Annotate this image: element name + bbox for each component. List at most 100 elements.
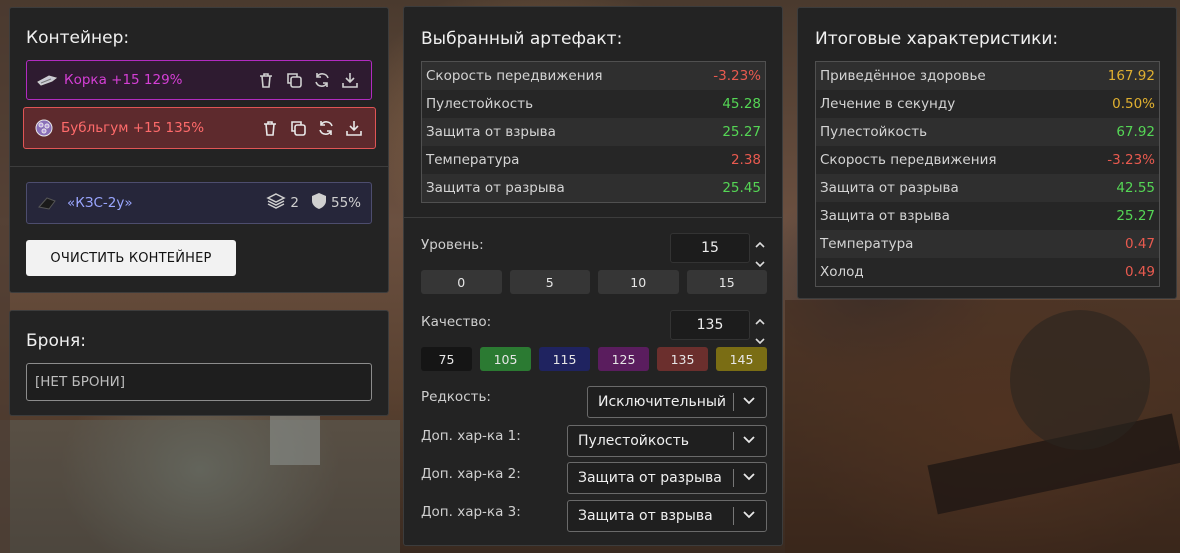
stat-value: 0.49 [1124, 264, 1155, 280]
selected-divider [404, 217, 782, 218]
stat-name: Температура [820, 236, 914, 252]
shield-icon [311, 192, 327, 214]
rarity-select[interactable]: Исключительный [587, 386, 767, 418]
trash-icon[interactable] [259, 117, 281, 139]
level-label: Уровень: [421, 237, 484, 253]
stat-name: Холод [820, 264, 864, 280]
extra3-select[interactable]: Защита от взрыва [567, 500, 767, 532]
chevron-down-icon[interactable] [742, 470, 756, 486]
stat-row: Скорость передвижения -3.23% [422, 62, 765, 90]
trash-icon[interactable] [255, 69, 277, 91]
layers-icon [266, 192, 287, 214]
extra2-label: Доп. хар-ка 2: [421, 466, 521, 482]
copy-icon[interactable] [283, 69, 305, 91]
stat-row: Защита от взрыва 25.27 [816, 202, 1159, 230]
stat-row: Скорость передвижения -3.23% [816, 146, 1159, 174]
totals-stats-table: Приведённое здоровье 167.92 Лечение в сек… [815, 61, 1160, 287]
chevron-down-icon[interactable] [742, 433, 756, 449]
selected-title: Выбранный артефакт: [421, 29, 623, 49]
stat-name: Приведённое здоровье [820, 68, 986, 84]
copy-icon[interactable] [287, 117, 309, 139]
quality-presets: 75 105 115 125 135 145 [421, 347, 767, 371]
kzs-slots: 2 [266, 192, 299, 214]
extra1-select[interactable]: Пулестойкость [567, 425, 767, 457]
container-panel: Контейнер: Корка +15 129% Бубльгум +15 1… [9, 7, 389, 293]
quality-preset-135[interactable]: 135 [657, 347, 708, 371]
stat-value: -3.23% [1107, 152, 1155, 168]
quality-label: Качество: [421, 314, 492, 330]
stat-value: 25.45 [722, 180, 761, 196]
quality-preset-145[interactable]: 145 [716, 347, 767, 371]
rarity-label: Редкость: [421, 389, 491, 405]
selected-artifact-panel: Выбранный артефакт: Скорость передвижени… [403, 6, 783, 546]
stat-value: -3.23% [713, 68, 761, 84]
select-separator [733, 469, 734, 487]
stat-value: 67.92 [1116, 124, 1155, 140]
stat-name: Защита от разрыва [426, 180, 565, 196]
stat-name: Скорость передвижения [426, 68, 603, 84]
bubblegum-artifact-icon [34, 118, 54, 138]
level-preset-10[interactable]: 10 [598, 270, 679, 294]
stat-value: 0.47 [1124, 236, 1155, 252]
stat-name: Лечение в секунду [820, 96, 956, 112]
quality-stepper[interactable] [753, 312, 767, 345]
armor-title: Броня: [26, 331, 86, 351]
korka-artifact-icon [37, 70, 57, 90]
chevron-up-icon[interactable] [754, 235, 766, 254]
extra2-value: Защита от разрыва [578, 470, 722, 486]
rarity-value: Исключительный [598, 394, 727, 410]
chevron-down-icon[interactable] [742, 508, 756, 524]
chevron-down-icon[interactable] [742, 394, 756, 410]
stat-name: Пулестойкость [820, 124, 928, 140]
refresh-icon[interactable] [315, 117, 337, 139]
totals-panel: Итоговые характеристики: Приведённое здо… [797, 7, 1177, 299]
kzs-slots-value: 2 [290, 195, 299, 211]
quality-preset-125[interactable]: 125 [598, 347, 649, 371]
level-preset-5[interactable]: 5 [509, 270, 590, 294]
level-input[interactable]: 15 [670, 233, 750, 263]
stat-row: Температура 0.47 [816, 230, 1159, 258]
container-kzs[interactable]: «КЗС-2у» 2 55% [26, 182, 372, 224]
select-separator [733, 507, 734, 525]
clear-container-button[interactable]: ОЧИСТИТЬ КОНТЕЙНЕР [26, 240, 236, 276]
stat-row: Температура 2.38 [422, 146, 765, 174]
container-artifact-bubblegum[interactable]: Бубльгум +15 135% [23, 107, 376, 149]
download-icon[interactable] [339, 69, 361, 91]
container-artifact-korka[interactable]: Корка +15 129% [26, 60, 372, 100]
select-separator [733, 432, 734, 450]
armor-select[interactable]: [НЕТ БРОНИ] [26, 363, 372, 401]
stat-value: 2.38 [730, 152, 761, 168]
quality-preset-115[interactable]: 115 [539, 347, 590, 371]
extra3-label: Доп. хар-ка 3: [421, 504, 521, 520]
stat-value: 167.92 [1107, 68, 1155, 84]
extra2-select[interactable]: Защита от разрыва [567, 462, 767, 494]
quality-input[interactable]: 135 [670, 310, 750, 340]
container-item-icon [37, 195, 59, 211]
level-preset-0[interactable]: 0 [421, 270, 502, 294]
level-stepper[interactable] [753, 235, 767, 268]
container-title: Контейнер: [26, 28, 130, 48]
quality-preset-75[interactable]: 75 [421, 347, 472, 371]
stat-row: Холод 0.49 [816, 258, 1159, 286]
artifact-label: Корка +15 129% [64, 72, 183, 88]
stat-name: Скорость передвижения [820, 152, 997, 168]
totals-title: Итоговые характеристики: [815, 29, 1059, 49]
stat-row: Лечение в секунду 0.50% [816, 90, 1159, 118]
stat-row: Защита от взрыва 25.27 [422, 118, 765, 146]
stat-row: Пулестойкость 45.28 [422, 90, 765, 118]
stat-name: Температура [426, 152, 520, 168]
download-icon[interactable] [343, 117, 365, 139]
refresh-icon[interactable] [311, 69, 333, 91]
quality-preset-105[interactable]: 105 [480, 347, 531, 371]
chevron-up-icon[interactable] [754, 312, 766, 331]
kzs-label: «КЗС-2у» [67, 195, 133, 211]
stat-name: Защита от взрыва [820, 208, 950, 224]
stat-row: Пулестойкость 67.92 [816, 118, 1159, 146]
extra3-value: Защита от взрыва [578, 508, 713, 524]
stat-name: Защита от взрыва [426, 124, 556, 140]
stat-value: 42.55 [1116, 180, 1155, 196]
kzs-protection: 55% [311, 192, 361, 214]
level-preset-15[interactable]: 15 [686, 270, 767, 294]
selected-stats-table: Скорость передвижения -3.23% Пулестойкост… [421, 61, 766, 203]
level-presets: 0 5 10 15 [421, 270, 767, 294]
